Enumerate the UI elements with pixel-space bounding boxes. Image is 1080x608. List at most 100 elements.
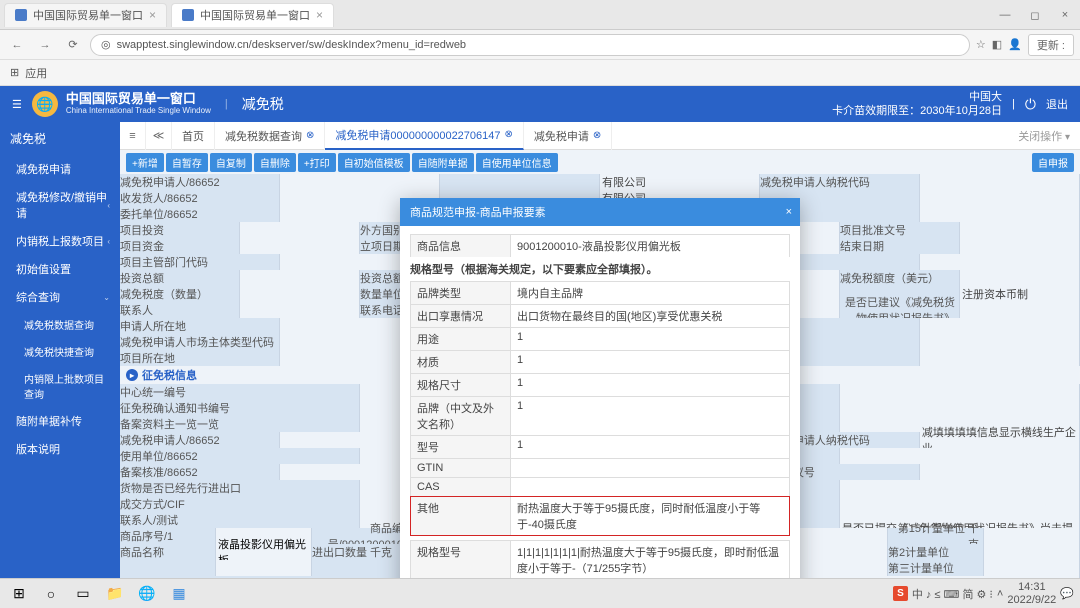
modal-value[interactable]: 1 xyxy=(511,374,789,396)
logo-badge: 🌐 xyxy=(32,91,58,117)
clock[interactable]: 14:31 2022/9/22 xyxy=(1007,581,1056,605)
modal-dialog: 商品规范申报-商品申报要素 × 商品信息 9001200010-液晶投影仪用偏光… xyxy=(400,198,800,578)
maximize-button[interactable]: ◻ xyxy=(1020,0,1050,30)
modal-label: 用途 xyxy=(411,328,511,350)
modal-label: 品牌（中文及外文名称） xyxy=(411,397,511,435)
close-icon[interactable]: × xyxy=(149,8,156,22)
modal-title-bar: 商品规范申报-商品申报要素 × xyxy=(400,198,800,226)
sidebar-subitem[interactable]: 内销限上批数项目查询 xyxy=(0,365,120,407)
sidebar-item[interactable]: 随附单据补传 xyxy=(0,407,120,435)
browser-tab[interactable]: 中国国际贸易单一窗口 × xyxy=(171,3,334,27)
modal-value[interactable]: 1 xyxy=(511,436,789,458)
clock-date: 2022/9/22 xyxy=(1007,594,1056,606)
app-icon[interactable]: ▦ xyxy=(166,581,192,607)
browser-tab[interactable]: 中国国际贸易单一窗口 × xyxy=(4,3,167,27)
modal-row: 出口享惠情况出口货物在最终目的国(地区)享受优惠关税 xyxy=(410,304,790,327)
modal-row: 其他耐热温度大于等于95摄氏度，同时耐低温度小于等于-40摄氏度 xyxy=(410,496,790,536)
star-icon[interactable]: ☆ xyxy=(976,38,986,51)
address-bar: ← → ⟳ ◎ swapptest.singlewindow.cn/deskse… xyxy=(0,30,1080,60)
modal-value[interactable]: 境内自主品牌 xyxy=(511,282,789,304)
forward-button[interactable]: → xyxy=(34,34,56,56)
modal-label: 规格型号 xyxy=(411,541,511,578)
modal-value[interactable]: 1 xyxy=(511,397,789,435)
modal-value[interactable]: 1|1|1|1|1|1|1|耐热温度大于等于95摄氏度，即时耐低温度小于等于-（… xyxy=(511,541,789,578)
start-button[interactable]: ⊞ xyxy=(6,581,32,607)
modal-value[interactable]: 耐热温度大于等于95摄氏度，同时耐低温度小于等于-40摄氏度 xyxy=(511,497,789,535)
sidebar-label: 随附单据补传 xyxy=(16,413,82,429)
chrome-icon[interactable]: 🌐 xyxy=(134,581,160,607)
ime-badge[interactable]: S xyxy=(893,586,908,601)
browser-tab-strip: 中国国际贸易单一窗口 × 中国国际贸易单一窗口 × — ◻ × xyxy=(0,0,1080,30)
favicon xyxy=(15,9,27,21)
close-icon[interactable]: × xyxy=(786,206,792,218)
module-title: 减免税 xyxy=(242,94,284,114)
url-text: swapptest.singlewindow.cn/deskserver/sw/… xyxy=(117,39,466,51)
sidebar-item[interactable]: 减免税修改/撤销申请‹ xyxy=(0,183,120,227)
sidebar-item[interactable]: 内销税上报数项目‹ xyxy=(0,227,120,255)
chevron-up-icon[interactable]: ˄ xyxy=(997,588,1003,600)
sidebar-label: 内销税上报数项目 xyxy=(16,233,104,249)
modal-label: 规格尺寸 xyxy=(411,374,511,396)
taskbar: ⊞ ○ ▭ 📁 🌐 ▦ S 中 ♪ ≤ ⌨ 简 ⚙ ⁝ ˄ 14:31 2022… xyxy=(0,578,1080,608)
modal-label: 商品信息 xyxy=(411,235,511,257)
modal-label: 品牌类型 xyxy=(411,282,511,304)
sidebar-item[interactable]: 减免税申请 xyxy=(0,155,120,183)
modal-row: GTIN xyxy=(410,458,790,477)
modal-label: 出口享惠情况 xyxy=(411,305,511,327)
modal-label: 其他 xyxy=(411,497,511,535)
logo: 🌐 中国国际贸易单一窗口 China International Trade S… xyxy=(32,91,211,117)
close-button[interactable]: × xyxy=(1050,0,1080,30)
sidebar-subitem[interactable]: 减免税数据查询 xyxy=(0,311,120,338)
sidebar-item[interactable]: 综合查询⌄ xyxy=(0,283,120,311)
power-icon[interactable]: ⏻ xyxy=(1025,96,1036,113)
tray-icons[interactable]: 中 ♪ ≤ ⌨ 简 ⚙ ⁝ xyxy=(912,586,993,602)
modal-overlay: 商品规范申报-商品申报要素 × 商品信息 9001200010-液晶投影仪用偏光… xyxy=(120,122,1080,578)
sidebar: 减免税 减免税申请 减免税修改/撤销申请‹ 内销税上报数项目‹ 初始值设置 综合… xyxy=(0,122,120,578)
chevron-icon: ‹ xyxy=(107,237,110,246)
extension-icon[interactable]: ◧ xyxy=(992,38,1002,51)
modal-row: 型号1 xyxy=(410,435,790,458)
modal-label: CAS xyxy=(411,478,511,496)
reload-button[interactable]: ⟳ xyxy=(62,34,84,56)
modal-value[interactable] xyxy=(511,478,789,496)
update-button[interactable]: 更新 : xyxy=(1028,34,1074,56)
tab-title: 中国国际贸易单一窗口 xyxy=(200,7,310,23)
modal-value[interactable] xyxy=(511,459,789,477)
tab-title: 中国国际贸易单一窗口 xyxy=(33,7,143,23)
logo-title: 中国国际贸易单一窗口 xyxy=(66,92,211,106)
user-icon[interactable]: 👤 xyxy=(1008,38,1022,51)
apps-icon[interactable]: ⊞ xyxy=(10,66,19,79)
bookmarks-bar: ⊞ 应用 xyxy=(0,60,1080,86)
clock-time: 14:31 xyxy=(1018,581,1046,593)
bookmark-item[interactable]: 应用 xyxy=(25,65,47,81)
chevron-down-icon: ⌄ xyxy=(103,293,110,302)
logout-link[interactable]: 退出 xyxy=(1046,96,1068,112)
close-icon[interactable]: × xyxy=(316,8,323,22)
modal-value[interactable]: 1 xyxy=(511,328,789,350)
modal-note: 规格型号（根据海关规定，以下要素应全部填报）。 xyxy=(410,257,790,281)
sidebar-subitem[interactable]: 减免税快捷查询 xyxy=(0,338,120,365)
chevron-icon: ‹ xyxy=(107,201,110,210)
minimize-button[interactable]: — xyxy=(990,0,1020,30)
sidebar-item[interactable]: 初始值设置 xyxy=(0,255,120,283)
explorer-icon[interactable]: 📁 xyxy=(102,581,128,607)
search-icon[interactable]: ○ xyxy=(38,581,64,607)
sidebar-item[interactable]: 版本说明 xyxy=(0,435,120,463)
sidebar-label: 减免税申请 xyxy=(16,161,71,177)
main-content: ≡ ≪ 首页 减免税数据查询⊗ 减免税申请000000000022706147⊗… xyxy=(120,122,1080,578)
back-button[interactable]: ← xyxy=(6,34,28,56)
modal-value[interactable]: 出口货物在最终目的国(地区)享受优惠关税 xyxy=(511,305,789,327)
separator: | xyxy=(225,98,228,110)
sidebar-title: 减免税 xyxy=(0,122,120,155)
task-view-icon[interactable]: ▭ xyxy=(70,581,96,607)
logo-subtitle: China International Trade Single Window xyxy=(66,107,211,116)
notification-icon[interactable]: 💬 xyxy=(1060,587,1074,600)
modal-label: 材质 xyxy=(411,351,511,373)
site-info-icon[interactable]: ◎ xyxy=(101,38,111,51)
url-input[interactable]: ◎ swapptest.singlewindow.cn/deskserver/s… xyxy=(90,34,970,56)
modal-row: 品牌类型境内自主品牌 xyxy=(410,281,790,304)
menu-icon[interactable]: ☰ xyxy=(12,98,22,111)
sidebar-label: 初始值设置 xyxy=(16,261,71,277)
modal-value[interactable]: 1 xyxy=(511,351,789,373)
separator: | xyxy=(1012,98,1015,110)
